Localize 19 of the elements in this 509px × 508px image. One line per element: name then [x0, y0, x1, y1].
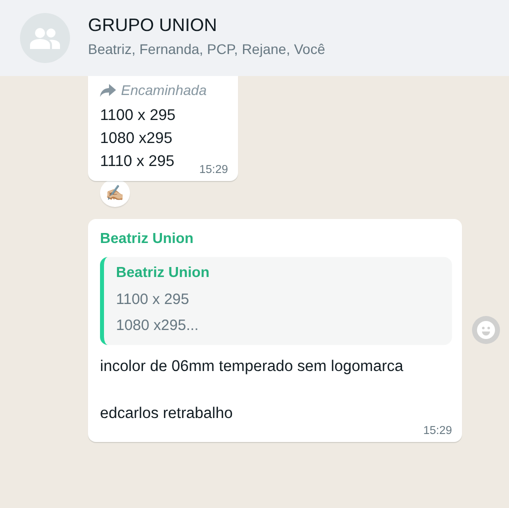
- message-line: 1080 x295: [100, 129, 172, 149]
- message-time: 15:29: [423, 424, 452, 436]
- smiley-icon: [477, 321, 495, 340]
- forwarded-label: Encaminhada: [121, 82, 207, 98]
- emoji-reaction-button[interactable]: [472, 316, 500, 344]
- quoted-line: 1080 x295...: [116, 316, 200, 336]
- group-icon: [30, 27, 60, 49]
- message-line: 1110 x 295: [100, 152, 174, 172]
- quoted-line: 1100 x 295: [116, 290, 190, 310]
- sender-name: Beatriz Union: [100, 231, 194, 247]
- quoted-sender: Beatriz Union: [116, 265, 210, 281]
- message-line: 1100 x 295: [100, 106, 176, 126]
- reaction-emoji[interactable]: ✍🏼: [100, 179, 130, 207]
- message-time: 15:29: [199, 164, 228, 176]
- forward-icon: [100, 84, 116, 96]
- message-text: incolor de 06mm temperado sem logomarca edcarlos retrabalho: [100, 357, 404, 424]
- group-name: GRUPO UNION: [88, 15, 218, 36]
- quoted-message[interactable]: Beatriz Union 1100 x 295 1080 x295...: [100, 257, 452, 345]
- group-members: Beatriz, Fernanda, PCP, Rejane, Você: [88, 41, 326, 57]
